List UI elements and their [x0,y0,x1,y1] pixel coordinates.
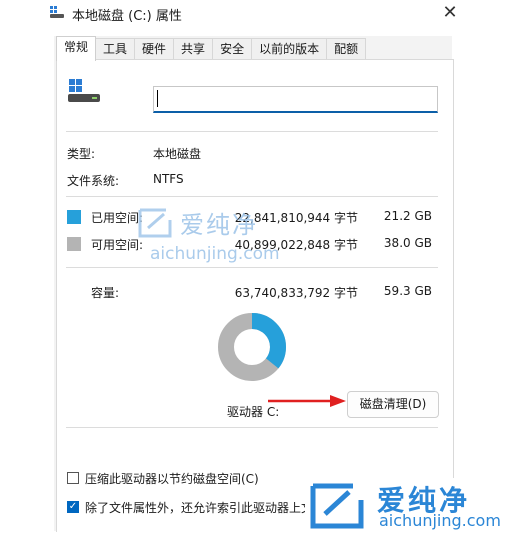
free-space-gb: 38.0 GB [383,236,432,250]
disk-usage-donut [218,313,286,381]
watermark-brand: 爱纯净 [180,211,258,239]
tab-quota[interactable]: 配额 [326,38,367,60]
free-space-swatch [67,237,81,251]
index-label: 除了文件属性外，还允许索引此驱动器上文 [85,501,308,515]
type-value: 本地磁盘 [153,147,202,161]
compress-label: 压缩此驱动器以节约磁盘空间(C) [85,472,259,486]
volume-name-input[interactable] [153,86,438,113]
capacity-gb: 59.3 GB [383,284,432,298]
watermark-url: aichunjing.com [379,511,501,530]
tab-general[interactable]: 常规 [56,36,97,61]
close-button[interactable]: ✕ [430,0,470,26]
used-space-gb: 21.2 GB [383,209,432,223]
red-arrow-icon [268,395,346,407]
separator-3 [66,267,438,268]
tab-security[interactable]: 安全 [212,38,253,60]
tab-hardware[interactable]: 硬件 [134,38,175,60]
tab-tools[interactable]: 工具 [95,38,136,60]
filesystem-label: 文件系统: [67,174,120,188]
used-space-swatch [67,210,81,224]
watermark-url: aichunjing.com [150,244,280,264]
separator-4 [66,427,438,428]
tab-sharing[interactable]: 共享 [173,38,214,60]
separator-1 [66,131,438,132]
type-label: 类型: [67,147,96,161]
filesystem-value: NTFS [153,172,184,186]
capacity-label: 容量: [91,286,120,300]
capacity-bytes: 63,740,833,792 字节 [234,286,358,300]
watermark-logo-icon [138,208,172,238]
disk-cleanup-button[interactable]: 磁盘清理(D) [347,391,439,418]
index-checkbox[interactable]: ✓ [67,501,79,513]
text-caret [157,90,158,107]
compress-checkbox[interactable] [67,472,79,484]
tab-previous-versions[interactable]: 以前的版本 [251,38,328,60]
tab-strip: 常规 工具 硬件 共享 安全 以前的版本 配额 [56,36,367,61]
window-title: 本地磁盘 (C:) 属性 [72,9,182,24]
drive-icon [50,6,64,18]
separator-2 [66,196,438,197]
watermark-logo-icon [310,483,364,529]
local-disk-icon [68,79,100,102]
